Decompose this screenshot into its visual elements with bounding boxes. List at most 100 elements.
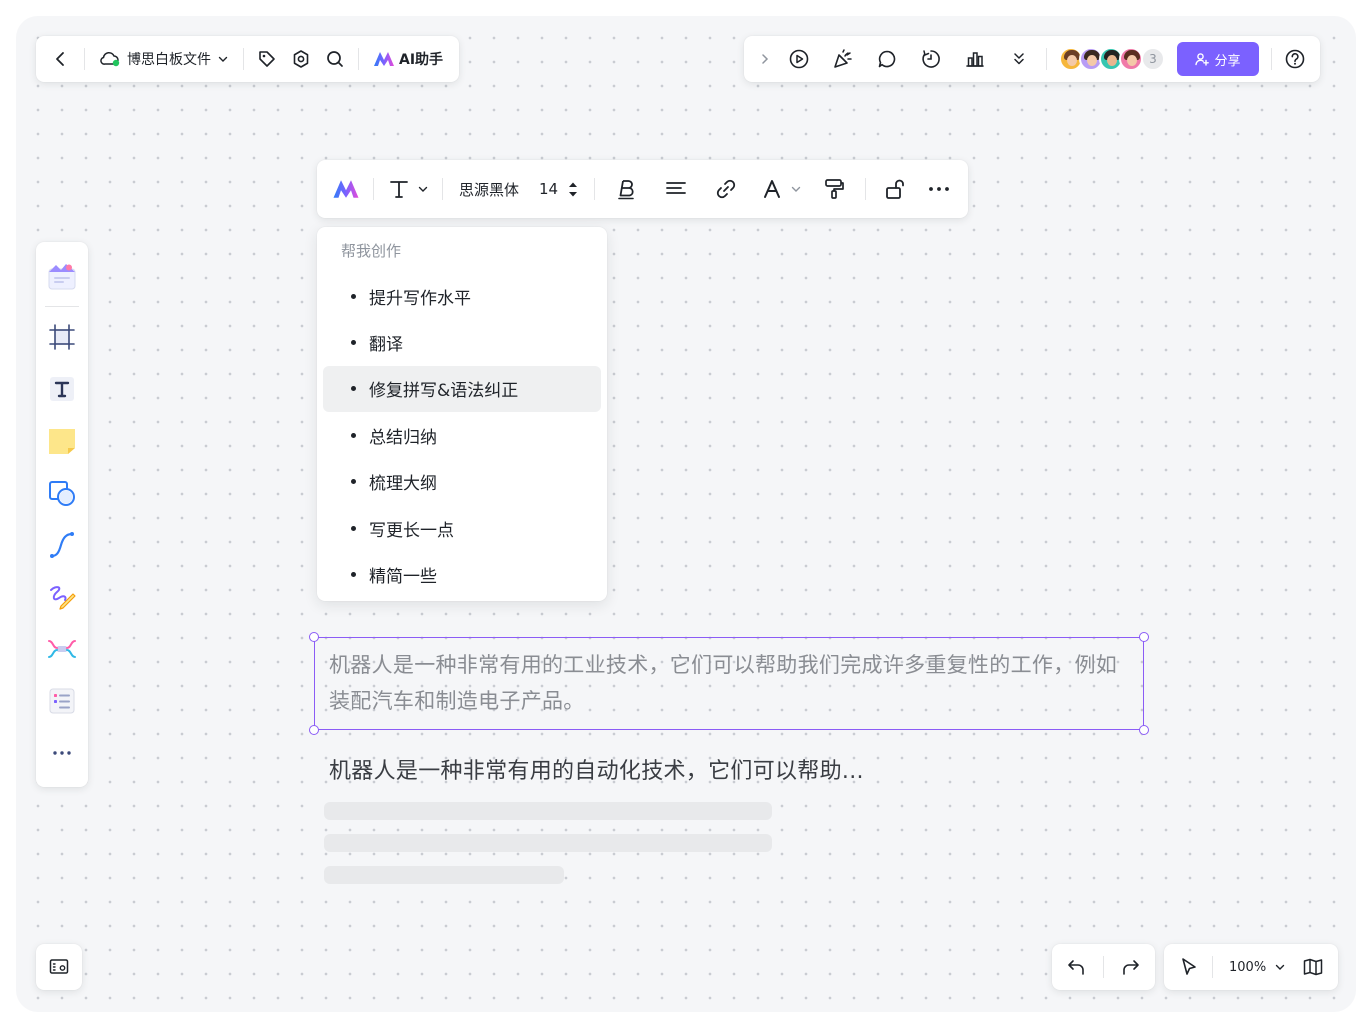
party-popper-icon xyxy=(834,49,852,68)
menu-item-summarize[interactable]: 总结归纳 xyxy=(323,412,601,458)
menu-item-label: 提升写作水平 xyxy=(369,288,471,309)
menu-item-make-shorter[interactable]: 精简一些 xyxy=(323,551,601,597)
zoom-dropdown[interactable]: 100% xyxy=(1219,950,1296,984)
redo-icon xyxy=(1123,960,1139,975)
menu-item-improve-writing[interactable]: 提升写作水平 xyxy=(323,273,601,319)
frame-icon xyxy=(49,324,75,350)
undo-button[interactable] xyxy=(1060,950,1094,984)
timer-button[interactable] xyxy=(914,42,948,76)
play-circle-icon xyxy=(789,49,809,69)
link-button[interactable] xyxy=(709,172,743,206)
ai-assistant-button[interactable]: AI助手 xyxy=(365,42,451,76)
tag-icon xyxy=(259,51,275,67)
comment-icon xyxy=(878,50,896,68)
redo-button[interactable] xyxy=(1113,950,1147,984)
expand-toolbar-button[interactable] xyxy=(752,42,778,76)
ai-assistant-label: AI助手 xyxy=(399,52,444,68)
frame-tool-button[interactable] xyxy=(42,317,82,357)
menu-item-label: 翻译 xyxy=(369,335,403,356)
chevron-down-icon xyxy=(1275,964,1285,970)
text-icon xyxy=(50,377,74,401)
menu-item-label: 写更长一点 xyxy=(369,520,454,541)
ai-generated-text: 机器人是一种非常有用的自动化技术，它们可以帮助... xyxy=(329,759,864,784)
pen-icon xyxy=(50,586,76,610)
menu-item-make-longer[interactable]: 写更长一点 xyxy=(323,505,601,551)
tag-button[interactable] xyxy=(250,42,284,76)
double-chevron-down-icon xyxy=(1014,53,1024,65)
bold-button[interactable] xyxy=(609,172,643,206)
share-button[interactable]: 分享 xyxy=(1177,42,1259,76)
font-family-select[interactable]: 思源黑体 xyxy=(449,179,529,200)
top-right-toolbar: 3 分享 xyxy=(744,36,1320,82)
collaborator-avatars[interactable]: 3 xyxy=(1059,47,1165,71)
pen-tool-button[interactable] xyxy=(42,577,82,617)
format-painter-button[interactable] xyxy=(817,172,851,206)
text-tool-button[interactable] xyxy=(42,369,82,409)
lock-button[interactable] xyxy=(878,172,912,206)
help-icon xyxy=(1285,49,1305,69)
help-button[interactable] xyxy=(1278,42,1312,76)
format-painter-icon xyxy=(825,179,844,199)
minimap-toggle-panel xyxy=(36,944,82,990)
sticky-note-tool-button[interactable] xyxy=(42,421,82,461)
caret-down-icon[interactable] xyxy=(568,191,578,198)
resize-handle[interactable] xyxy=(1139,632,1149,642)
present-button[interactable] xyxy=(782,42,816,76)
view-controls: 100% xyxy=(1164,944,1339,990)
menu-item-translate[interactable]: 翻译 xyxy=(323,319,601,365)
menu-item-fix-spelling-grammar[interactable]: 修复拼写&语法纠正 xyxy=(323,365,601,413)
cloud-synced-icon xyxy=(100,51,120,67)
cursor-icon xyxy=(1182,958,1196,975)
shape-tool-button[interactable] xyxy=(42,473,82,513)
list-tool-button[interactable] xyxy=(42,681,82,721)
add-user-icon xyxy=(1195,53,1210,66)
selected-text-box[interactable]: 机器人是一种非常有用的工业技术，它们可以帮助我们完成许多重复性的工作，例如装配汽… xyxy=(309,632,1149,735)
chevron-down-icon xyxy=(418,186,428,192)
resize-handle[interactable] xyxy=(309,632,319,642)
unlock-icon xyxy=(886,179,905,199)
more-tools-button[interactable] xyxy=(1002,42,1036,76)
minimap-button[interactable] xyxy=(42,950,76,984)
loading-skeleton-line xyxy=(324,802,772,820)
more-options-button[interactable] xyxy=(922,172,956,206)
whiteboard-canvas[interactable]: 博思白板文件 AI助手 3 分享 思源黑体 14 帮我创作 提升写作水平 翻译 … xyxy=(16,16,1356,1012)
resize-handle[interactable] xyxy=(309,725,319,735)
gear-icon xyxy=(293,50,309,68)
vote-button[interactable] xyxy=(958,42,992,76)
more-tools-button[interactable] xyxy=(42,733,82,773)
undo-icon xyxy=(1068,960,1084,975)
template-library-button[interactable] xyxy=(42,256,82,296)
selected-text-content: 机器人是一种非常有用的工业技术，它们可以帮助我们完成许多重复性的工作，例如装配汽… xyxy=(329,653,1118,713)
font-color-icon xyxy=(764,180,781,198)
resize-handle[interactable] xyxy=(1139,725,1149,735)
outline-view-button[interactable] xyxy=(1296,950,1330,984)
ai-write-button[interactable] xyxy=(325,168,367,210)
timer-icon xyxy=(922,50,940,68)
share-label: 分享 xyxy=(1214,53,1241,69)
font-size-value: 14 xyxy=(539,180,559,198)
select-tool-button[interactable] xyxy=(1172,950,1206,984)
file-title-dropdown[interactable]: 博思白板文件 xyxy=(91,42,237,76)
top-left-toolbar: 博思白板文件 AI助手 xyxy=(36,36,460,82)
menu-item-outline[interactable]: 梳理大纲 xyxy=(323,459,601,505)
text-style-icon xyxy=(390,181,408,198)
mind-map-tool-button[interactable] xyxy=(42,629,82,669)
font-size-stepper[interactable]: 14 xyxy=(529,180,582,198)
menu-item-label: 梳理大纲 xyxy=(369,474,437,495)
text-color-dropdown[interactable] xyxy=(755,172,809,206)
list-card-icon xyxy=(49,688,75,714)
align-button[interactable] xyxy=(659,172,693,206)
bold-icon xyxy=(618,180,634,200)
connector-tool-button[interactable] xyxy=(42,525,82,565)
caret-up-icon[interactable] xyxy=(568,181,578,188)
settings-button[interactable] xyxy=(284,42,318,76)
book-icon xyxy=(1303,958,1323,976)
comment-button[interactable] xyxy=(870,42,904,76)
file-title: 博思白板文件 xyxy=(127,52,211,68)
avatar xyxy=(1119,47,1143,71)
celebrate-button[interactable] xyxy=(826,42,860,76)
back-button[interactable] xyxy=(44,42,78,76)
text-style-dropdown[interactable] xyxy=(380,172,436,206)
search-button[interactable] xyxy=(318,42,352,76)
chevron-down-icon xyxy=(791,186,801,192)
